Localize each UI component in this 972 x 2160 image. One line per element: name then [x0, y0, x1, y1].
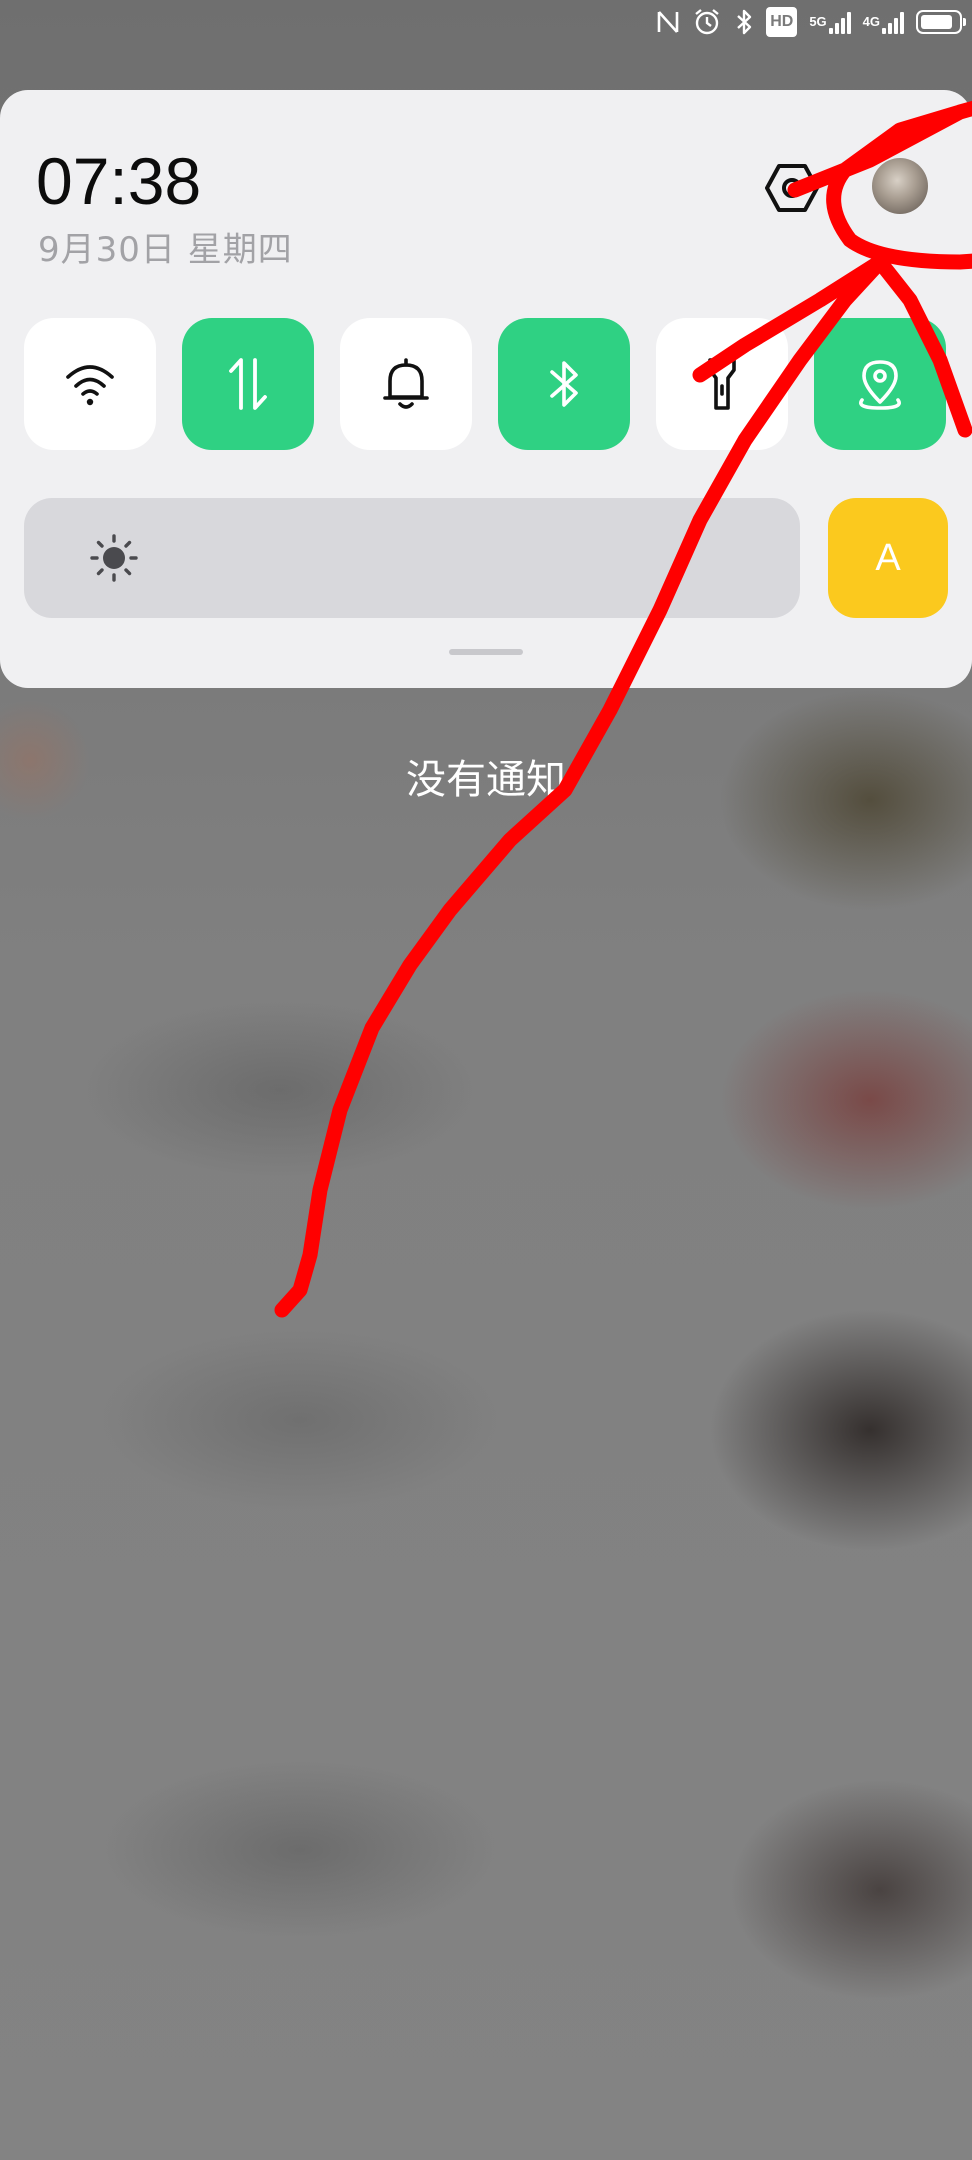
bluetooth-icon — [550, 361, 578, 407]
status-bar: HD 5G 4G — [656, 0, 972, 44]
auto-brightness-button[interactable]: A — [828, 498, 948, 618]
brightness-slider[interactable] — [24, 498, 800, 618]
battery-level-fill — [921, 15, 952, 29]
flashlight-icon — [708, 358, 736, 410]
data-arrows-icon — [229, 358, 267, 410]
mobile-data-toggle[interactable] — [182, 318, 314, 450]
date-label: 9月30日 星期四 — [38, 230, 293, 270]
location-pin-icon — [859, 360, 901, 410]
empty-notifications-label: 没有通知 — [406, 757, 566, 803]
sun-icon — [90, 534, 138, 582]
signal-4g-icon: 4G — [863, 8, 904, 36]
sim1-network-label: 5G — [809, 14, 827, 29]
panel-drag-handle[interactable] — [449, 649, 523, 655]
clock: 07:38 — [36, 144, 202, 218]
quick-toggles-row — [0, 318, 972, 450]
bluetooth-toggle[interactable] — [498, 318, 630, 450]
bell-icon — [383, 358, 429, 409]
wifi-toggle[interactable] — [24, 318, 156, 450]
gear-icon — [765, 164, 819, 212]
wifi-icon — [66, 365, 114, 406]
ringer-toggle[interactable] — [340, 318, 472, 450]
alarm-icon — [692, 8, 722, 36]
bluetooth-icon — [734, 8, 754, 36]
flashlight-toggle[interactable] — [656, 318, 788, 450]
nfc-icon — [656, 8, 680, 36]
signal-5g-icon: 5G — [809, 8, 851, 36]
location-toggle[interactable] — [814, 318, 946, 450]
sim2-network-label: 4G — [862, 14, 880, 29]
hd-voice-icon: HD — [766, 7, 798, 37]
user-avatar[interactable] — [872, 158, 928, 214]
battery-icon — [916, 8, 966, 36]
settings-button[interactable] — [764, 160, 820, 216]
